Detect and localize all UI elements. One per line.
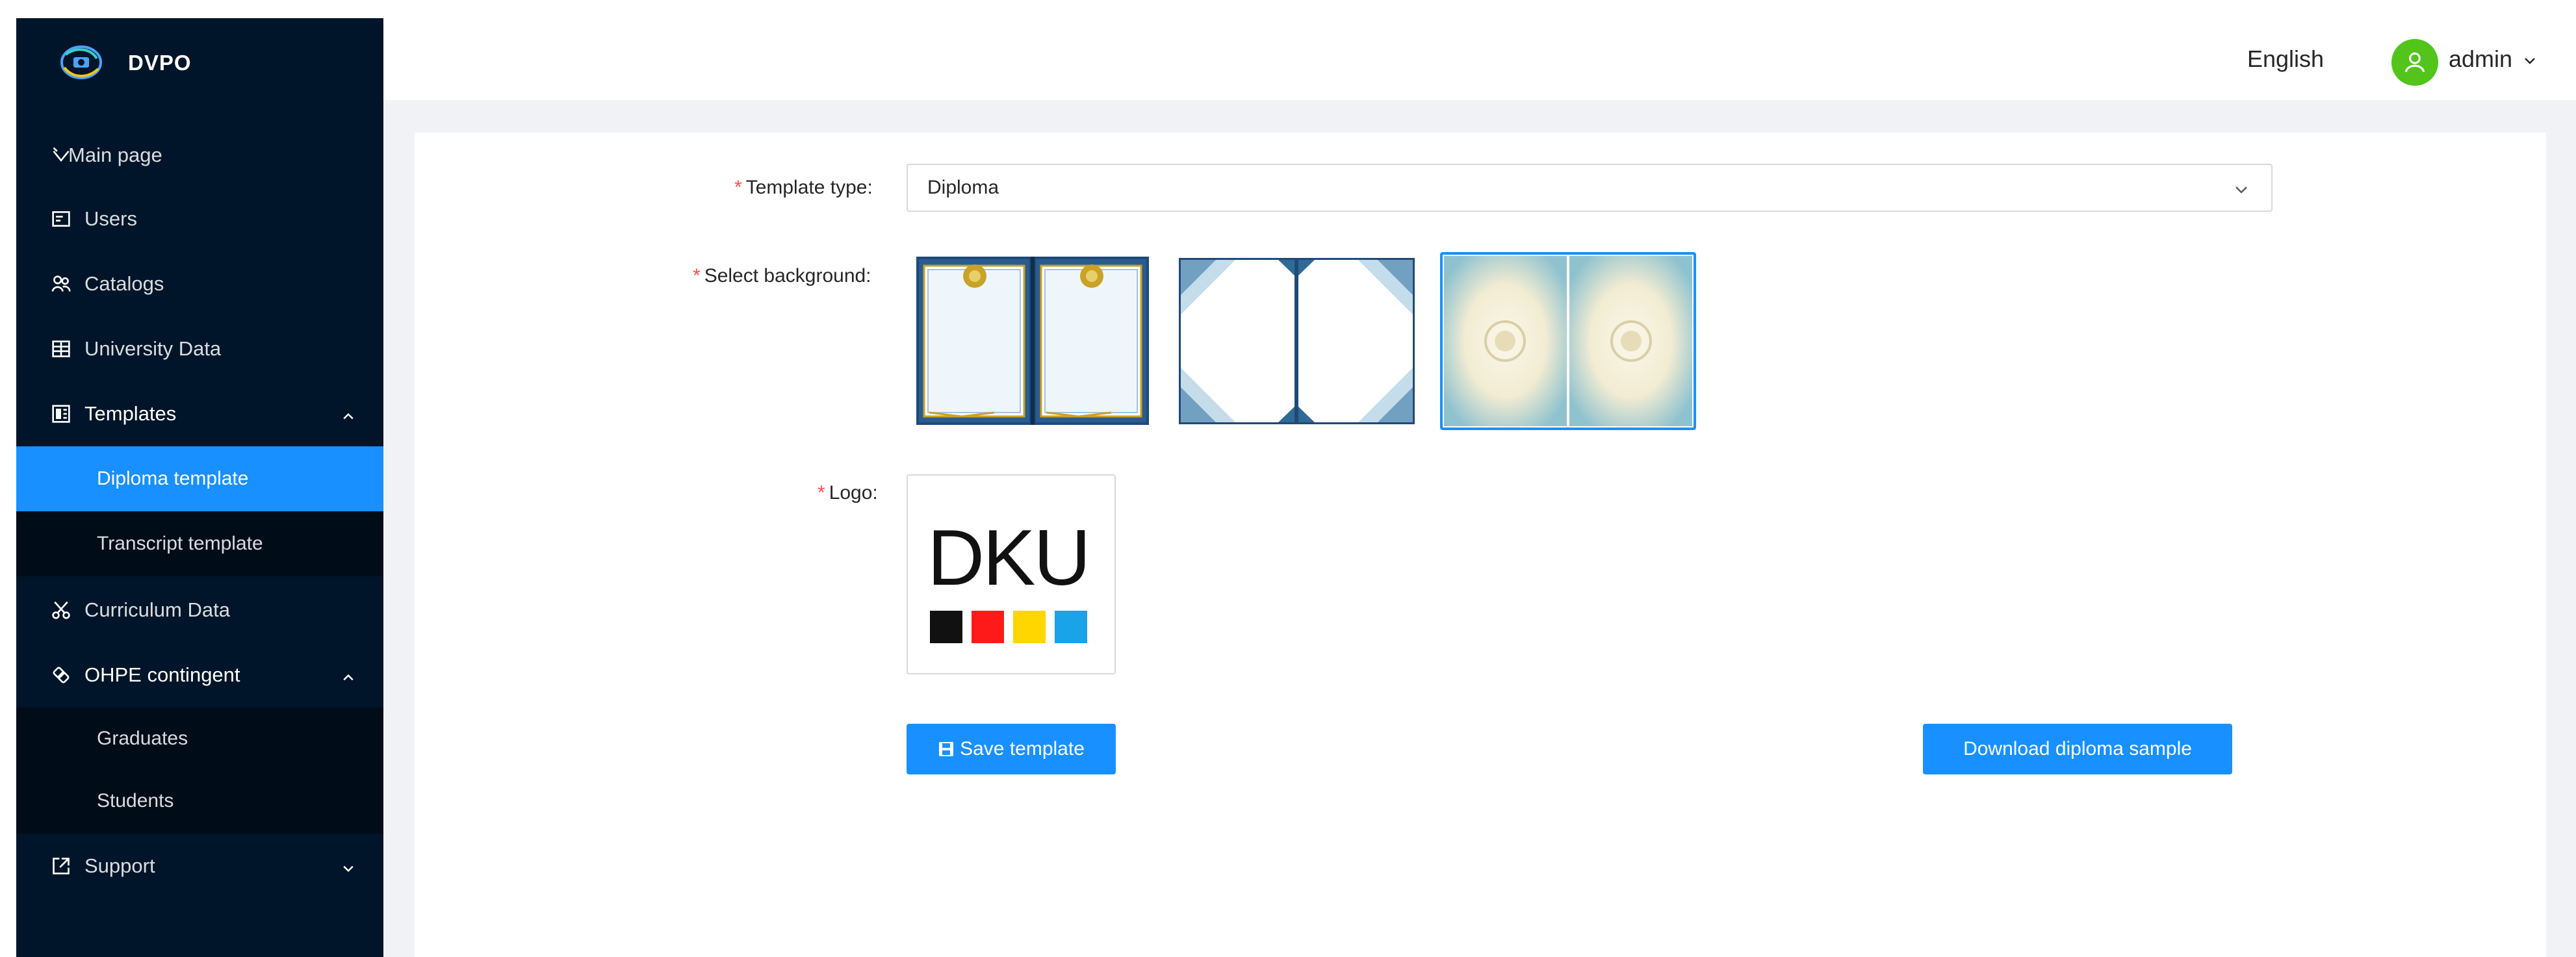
chevron-down-icon[interactable] xyxy=(2523,53,2537,68)
sidebar-item-label: Diploma template xyxy=(97,468,249,489)
sidebar-item-label: OHPE contingent xyxy=(84,663,240,686)
template-type-label: * Template type: xyxy=(734,177,873,198)
sidebar-item-transcript-template[interactable]: Transcript template xyxy=(16,511,383,576)
id-card-icon xyxy=(50,208,72,230)
background-option-1[interactable] xyxy=(916,257,1149,425)
sidebar-item-label: Transcript template xyxy=(97,533,263,554)
save-icon xyxy=(938,741,955,758)
sidebar-item-label: Curriculum Data xyxy=(84,598,230,621)
chevron-up-icon xyxy=(341,667,358,683)
template-type-select[interactable]: Diploma xyxy=(907,164,2273,212)
download-diploma-sample-button[interactable]: Download diploma sample xyxy=(1923,724,2232,774)
user-avatar[interactable] xyxy=(2391,39,2438,86)
chevron-up-icon xyxy=(341,405,358,422)
sidebar-item-users[interactable]: Users xyxy=(16,186,383,251)
download-diploma-sample-label: Download diploma sample xyxy=(1963,738,2192,759)
template-icon xyxy=(50,403,72,425)
sidebar: DVPO Main page Users Catalogs University… xyxy=(16,18,383,957)
brand[interactable]: DVPO xyxy=(16,18,383,106)
language-switcher[interactable]: English xyxy=(2247,45,2324,73)
sidebar-item-catalogs[interactable]: Catalogs xyxy=(16,251,383,316)
sidebar-item-ohpe-contingent[interactable]: OHPE contingent xyxy=(16,643,383,708)
background-option-2[interactable] xyxy=(1179,258,1415,424)
sidebar-item-label: Catalogs xyxy=(84,272,164,295)
background-label: * Select background: xyxy=(693,265,871,287)
sidebar-item-university-data[interactable]: University Data xyxy=(16,316,383,381)
sidebar-item-students[interactable]: Students xyxy=(16,769,383,834)
api-icon xyxy=(50,664,72,686)
table-icon xyxy=(50,338,72,360)
logo-square-red xyxy=(972,611,1004,643)
sidebar-item-label: Main page xyxy=(68,144,162,166)
user-icon xyxy=(2404,52,2425,73)
sidebar-item-templates[interactable]: Templates xyxy=(16,381,383,446)
sidebar-item-label: University Data xyxy=(84,337,222,360)
sidebar-item-label: Users xyxy=(84,207,137,230)
sidebar-item-label: Students xyxy=(97,790,174,811)
team-icon xyxy=(50,273,72,295)
logo-square-yellow xyxy=(1013,611,1046,643)
sidebar-item-label: Support xyxy=(84,854,155,877)
app-name: DVPO xyxy=(128,51,192,75)
sidebar-item-diploma-template[interactable]: Diploma template xyxy=(16,446,383,511)
sidebar-item-label: Graduates xyxy=(97,728,188,749)
logo-image-text: DKU xyxy=(927,513,1091,602)
export-icon xyxy=(50,855,72,877)
sidebar-item-label: Templates xyxy=(84,402,177,425)
required-mark: * xyxy=(818,482,825,504)
logo-upload[interactable]: DKU xyxy=(907,474,1116,674)
save-template-label: Save template xyxy=(960,738,1085,759)
sidebar-item-curriculum-data[interactable]: Curriculum Data xyxy=(16,578,383,643)
scissor-icon xyxy=(50,599,72,621)
required-mark: * xyxy=(693,265,701,287)
sidebar-item-support[interactable]: Support xyxy=(16,834,383,899)
chevron-down-icon xyxy=(2234,182,2249,198)
chevron-down-icon xyxy=(341,858,358,874)
logo-square-blue xyxy=(1055,611,1087,643)
template-type-value: Diploma xyxy=(927,177,999,198)
save-template-button[interactable]: Save template xyxy=(907,724,1116,774)
app-logo-icon xyxy=(57,42,106,83)
required-mark: * xyxy=(734,177,742,198)
logo-label: * Logo: xyxy=(818,482,878,504)
logo-square-black xyxy=(930,611,962,643)
sidebar-item-main-page[interactable]: Main page xyxy=(16,123,383,188)
background-option-3[interactable] xyxy=(1444,256,1692,426)
sidebar-item-graduates[interactable]: Graduates xyxy=(16,706,383,771)
user-name[interactable]: admin xyxy=(2449,45,2512,73)
